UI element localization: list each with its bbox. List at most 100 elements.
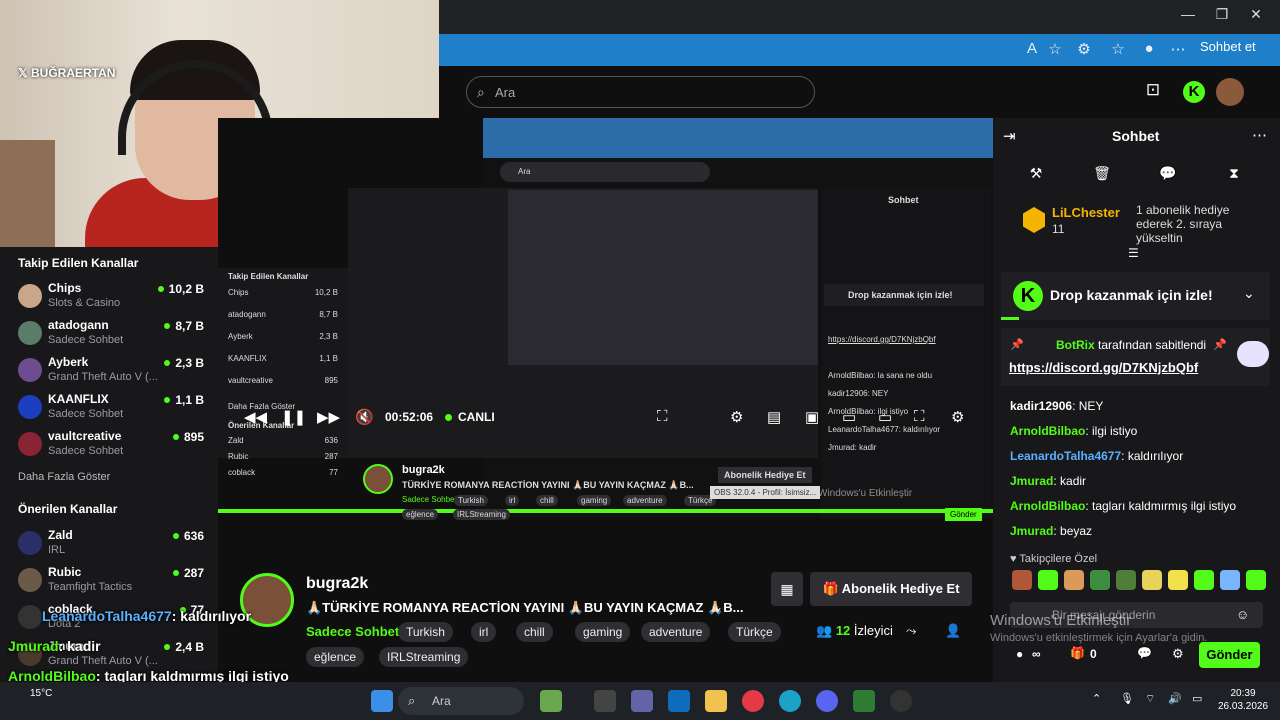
copilot-float-icon[interactable] [1237, 341, 1269, 367]
sidebar-channel-item[interactable]: Ayberk Grand Theft Auto V (... 2,3 B [18, 354, 208, 390]
extensions-icon[interactable]: ⚙ [1074, 40, 1094, 60]
chat-menu-icon[interactable]: ⋯ [1252, 126, 1267, 144]
start-icon[interactable] [371, 690, 393, 712]
progress-bar[interactable] [218, 509, 993, 513]
mute-icon[interactable]: 🔇 [355, 408, 374, 426]
emote-icon[interactable] [1142, 570, 1162, 590]
chat-username[interactable]: LeanardoTalha4677 [1010, 449, 1121, 463]
emote-icon[interactable] [1246, 570, 1266, 590]
stats-icon[interactable]: ▤ [767, 408, 781, 426]
emote-icon[interactable] [1038, 570, 1058, 590]
clip-icon[interactable]: ⛶ [657, 408, 668, 425]
opera-icon[interactable] [742, 690, 764, 712]
close-icon[interactable]: ✕ [1244, 6, 1268, 26]
pinned-link[interactable]: https://discord.gg/D7KNjzbQbf [1009, 360, 1198, 375]
stream-tag[interactable]: Turkish [398, 622, 453, 642]
stream-tag[interactable]: gaming [575, 622, 631, 642]
file-explorer-icon[interactable] [705, 690, 727, 712]
fullscreen-icon[interactable]: ⛶ [914, 408, 925, 425]
unpin-icon[interactable]: 📌 [1213, 338, 1227, 351]
emote-icon[interactable] [1116, 570, 1136, 590]
chat-username[interactable]: Jmurad [1010, 524, 1053, 538]
emote-icon[interactable] [1090, 570, 1110, 590]
collapse-chat-icon[interactable]: ⇥ [1003, 127, 1016, 145]
quality-icon[interactable]: ⚙ [951, 408, 964, 426]
pip-icon[interactable]: ▣ [805, 408, 819, 426]
sidebar-channel-item[interactable]: vaultcreative Sadece Sohbet 895 [18, 428, 208, 464]
follow-icon[interactable]: 👤 [945, 623, 961, 639]
favorites-icon[interactable]: ☆ [1108, 40, 1128, 60]
chevron-down-icon[interactable]: ⌄ [1243, 285, 1255, 302]
gift-subscription-button[interactable]: 🎁 Abonelik Hediye Et [810, 572, 972, 606]
mic-icon[interactable]: 🎙 [1120, 692, 1134, 705]
chevron-down-icon[interactable]: ⌄ [713, 600, 723, 614]
streamer-name[interactable]: bugra2k [306, 575, 368, 593]
video-player[interactable]: Ara Takip Edilen Kanallar Chips 10,2 B ata… [218, 118, 993, 550]
store-icon[interactable] [668, 690, 690, 712]
more-menu-icon[interactable]: ⋯ [1168, 40, 1188, 60]
kick-logo-icon[interactable]: K [1183, 81, 1205, 103]
stream-tag[interactable]: IRLStreaming [379, 647, 469, 667]
settings-icon[interactable]: ⚙ [730, 408, 743, 426]
teams-icon[interactable] [631, 690, 653, 712]
emote-icon[interactable] [1168, 570, 1188, 590]
clock[interactable]: 20:39 26.03.2026 [1218, 687, 1268, 713]
hourglass-icon[interactable]: ⧗ [1223, 165, 1245, 182]
cast-icon[interactable]: ▭ [842, 408, 856, 426]
volume-icon[interactable]: 🔊 [1168, 692, 1182, 705]
sidebar-channel-item[interactable]: atadogann Sadece Sohbet 8,7 B [18, 317, 208, 353]
emote-icon[interactable] [1220, 570, 1240, 590]
emote-icon[interactable] [1064, 570, 1084, 590]
chat-username[interactable]: kadir12906 [1010, 399, 1072, 413]
chat-username[interactable]: ArnoldBilbao [1010, 499, 1085, 513]
chat-settings-icon[interactable]: ⚙ [1172, 646, 1184, 662]
emote-icon[interactable] [1012, 570, 1032, 590]
edge-icon[interactable] [779, 690, 801, 712]
send-button[interactable]: Gönder [1199, 642, 1260, 668]
share-icon[interactable]: ⤳ [906, 623, 916, 639]
minimize-icon[interactable]: — [1176, 6, 1200, 26]
user-avatar[interactable] [1216, 78, 1244, 106]
stream-tag[interactable]: adventure [641, 622, 711, 642]
pause-icon[interactable]: ❚❚ [281, 408, 306, 426]
chat-bubble-icon[interactable]: 💬 [1157, 165, 1179, 182]
battery-icon[interactable]: ▭ [1192, 692, 1202, 705]
task-view-icon[interactable] [594, 690, 616, 712]
taskbar-search[interactable]: ⌕ Ara [398, 687, 524, 715]
stream-tag[interactable]: eğlence [306, 647, 365, 667]
sidebar-channel-item[interactable]: Rubic Teamfight Tactics 287 [18, 564, 208, 600]
tray-chevron-icon[interactable]: ⌃ [1092, 692, 1101, 705]
emoji-icon[interactable]: ☺ [1236, 607, 1249, 622]
sidebar-channel-item[interactable]: Chips Slots & Casino 10,2 B [18, 280, 208, 316]
stream-category[interactable]: Sadece Sohbet [306, 624, 399, 639]
sidebar-channel-item[interactable]: KAANFLIX Sadece Sohbet 1,1 B [18, 391, 208, 427]
search-input[interactable]: ⌕ Ara [466, 76, 815, 108]
kick-app-icon[interactable] [853, 690, 875, 712]
wifi-icon[interactable]: ⌔ [1145, 692, 1155, 706]
drops-icon[interactable]: ⊡ [1139, 80, 1167, 104]
favorite-star-icon[interactable]: ☆ [1045, 40, 1065, 60]
calendar-button[interactable]: ▦ [771, 572, 803, 606]
discord-icon[interactable] [816, 690, 838, 712]
show-more-button[interactable]: Daha Fazla Göster [18, 471, 110, 483]
weather-widget[interactable]: 15°C [30, 688, 52, 699]
forward-icon[interactable]: ▶▶ [317, 408, 340, 426]
expand-icon[interactable]: ☰ [1128, 246, 1139, 260]
top-gifter-name[interactable]: LiLChester [1052, 205, 1120, 220]
trash-icon[interactable]: 🗑 [1091, 165, 1113, 182]
copilot-chat-button[interactable]: Sohbet et [1200, 39, 1256, 54]
profile-icon[interactable]: ● [1139, 40, 1159, 60]
stream-tag[interactable]: irl [471, 622, 497, 642]
read-aloud-icon[interactable]: A [1022, 40, 1042, 60]
rewind-icon[interactable]: ◀◀ [244, 408, 267, 426]
obs-icon[interactable] [890, 690, 912, 712]
stream-tag[interactable]: Türkçe [728, 622, 781, 642]
chat-bubble-icon[interactable]: 💬 [1137, 646, 1152, 660]
hammer-icon[interactable]: ⚒ [1025, 165, 1047, 182]
emote-icon[interactable] [1194, 570, 1214, 590]
sidebar-channel-item[interactable]: Zald IRL 636 [18, 527, 208, 563]
widgets-icon[interactable] [540, 690, 562, 712]
stream-tag[interactable]: chill [516, 622, 553, 642]
maximize-icon[interactable]: ❐ [1210, 6, 1234, 26]
theater-icon[interactable]: ▭ [878, 408, 892, 426]
